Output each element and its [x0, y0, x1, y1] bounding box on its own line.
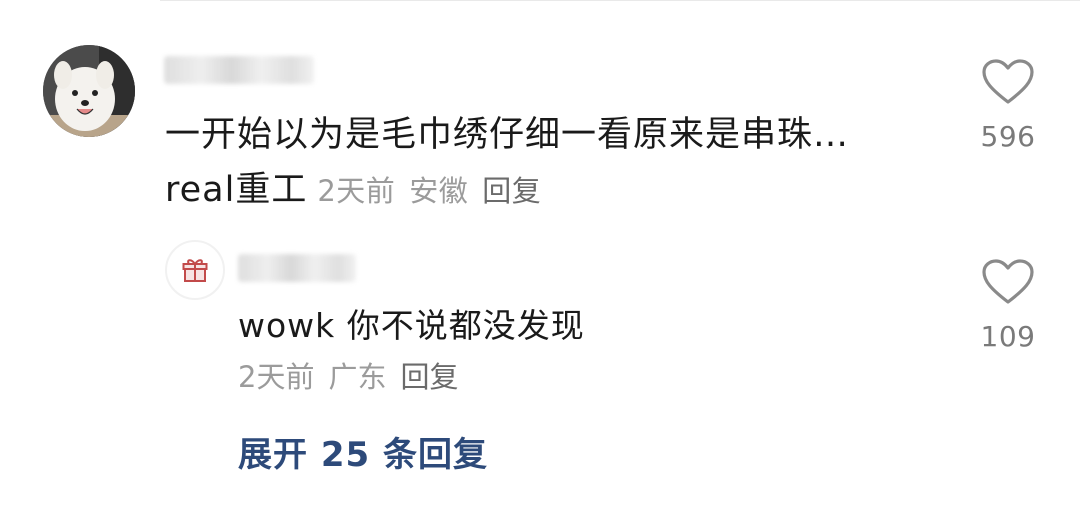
reply-text: wowk 你不说都没发现: [238, 306, 585, 345]
reply-meta: 2天前 广东 回复: [238, 355, 472, 399]
avatar[interactable]: [43, 45, 135, 137]
username-blurred[interactable]: [164, 56, 314, 84]
like-button[interactable]: 596: [963, 58, 1053, 153]
comment-item: 一开始以为是毛巾绣仔细一看原来是串珠…real重工 2天前 安徽 回复 596: [0, 0, 1080, 220]
gift-icon: [182, 259, 208, 282]
reply-avatar[interactable]: [165, 240, 225, 300]
expand-replies-button[interactable]: 展开 25 条回复: [238, 430, 488, 480]
reply-button[interactable]: 回复: [482, 174, 541, 208]
reply-time: 2天前: [238, 360, 315, 394]
samoyed-dog-avatar-icon: [43, 45, 135, 137]
reply-location: 广东: [328, 360, 387, 394]
reply-username-blurred[interactable]: [238, 254, 356, 282]
like-count: 596: [980, 120, 1036, 153]
comment-time: 2天前: [317, 174, 396, 208]
reply-like-count: 109: [980, 320, 1036, 353]
reply-reply-button[interactable]: 回复: [400, 360, 458, 394]
comment-location: 安徽: [409, 174, 469, 208]
comment-meta: 2天前 安徽 回复: [307, 174, 541, 208]
reply-like-button[interactable]: 109: [963, 258, 1053, 353]
heart-outline-icon: [982, 259, 1034, 304]
comment-body: 一开始以为是毛巾绣仔细一看原来是串珠…real重工 2天前 安徽 回复: [165, 108, 885, 219]
heart-outline-icon: [982, 59, 1034, 104]
